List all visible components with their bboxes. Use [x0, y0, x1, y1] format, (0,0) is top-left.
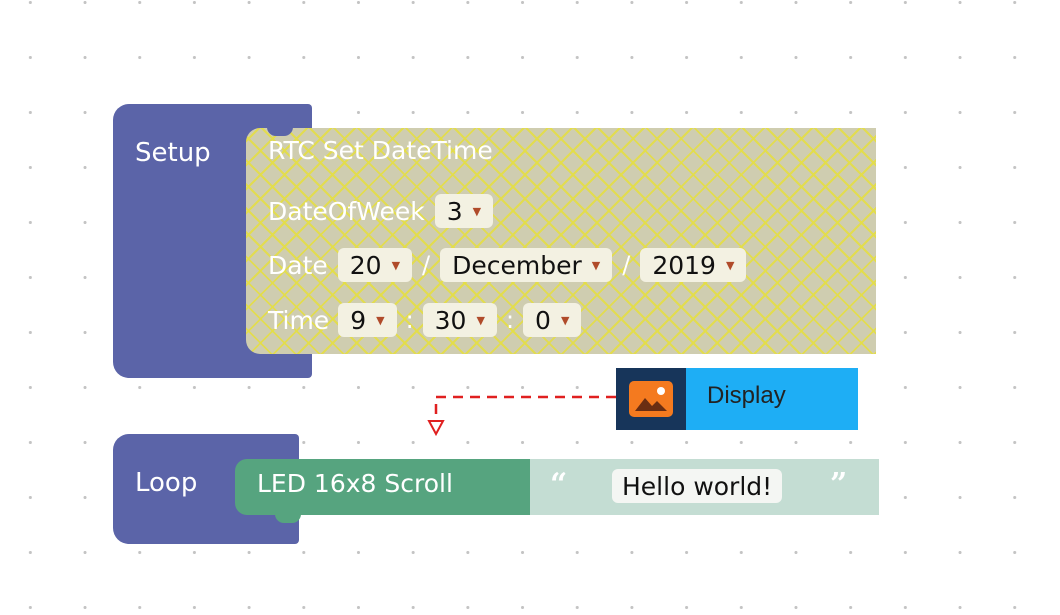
day-of-week-row: DateOfWeek 3 ▼ [268, 194, 494, 228]
time-row: Time 9 ▼ : 30 ▼ : 0 ▼ [268, 303, 582, 337]
date-label: Date [268, 250, 328, 280]
time-separator: : [405, 306, 414, 334]
date-row: Date 20 ▼ / December ▼ / 2019 ▼ [268, 248, 747, 282]
day-of-week-label: DateOfWeek [268, 196, 425, 226]
year-dropdown[interactable]: 2019 ▼ [640, 248, 747, 282]
image-icon [629, 381, 673, 417]
led-scroll-label: LED 16x8 Scroll [257, 469, 453, 498]
dropdown-arrow-icon: ▼ [560, 313, 570, 327]
rtc-title: RTC Set DateTime [268, 136, 493, 165]
block-connector-notch [267, 127, 293, 136]
day-of-week-dropdown[interactable]: 3 ▼ [434, 194, 494, 228]
led-scroll-block[interactable]: LED 16x8 Scroll [235, 459, 530, 523]
dropdown-arrow-icon: ▼ [376, 313, 385, 327]
display-category-tooltip[interactable]: Display [616, 368, 858, 430]
time-separator: : [505, 306, 515, 334]
display-label: Display [707, 382, 786, 409]
rtc-title-row: RTC Set DateTime [268, 136, 493, 165]
date-separator: / [422, 251, 431, 279]
second-value: 0 [535, 305, 551, 335]
dropdown-arrow-icon: ▼ [591, 258, 601, 272]
drag-connection-line [427, 395, 616, 437]
day-dropdown[interactable]: 20 ▼ [337, 248, 413, 282]
arrow-down-icon [427, 420, 445, 437]
text-input[interactable]: Hello world! [612, 469, 783, 503]
day-value: 20 [349, 250, 382, 280]
text-value-block[interactable]: “ Hello world! ” [530, 459, 879, 515]
day-of-week-value: 3 [446, 196, 463, 226]
time-label: Time [268, 305, 330, 335]
month-value: December [452, 250, 582, 280]
dropdown-arrow-icon: ▼ [472, 204, 482, 218]
year-value: 2019 [652, 250, 716, 280]
minute-dropdown[interactable]: 30 ▼ [422, 303, 497, 337]
dropdown-arrow-icon: ▼ [725, 258, 735, 272]
date-separator: / [622, 251, 631, 279]
setup-label: Setup [135, 138, 211, 168]
minute-value: 30 [434, 305, 467, 335]
display-icon-container [616, 368, 686, 430]
dropdown-arrow-icon: ▼ [391, 258, 401, 272]
close-quote-icon: ” [830, 467, 848, 502]
hour-dropdown[interactable]: 9 ▼ [338, 303, 397, 337]
second-dropdown[interactable]: 0 ▼ [523, 303, 582, 337]
dashed-line [434, 395, 616, 422]
rtc-set-datetime-block[interactable]: RTC Set DateTime DateOfWeek 3 ▼ Date 20 … [246, 127, 876, 354]
open-quote-icon: “ [550, 467, 568, 502]
month-dropdown[interactable]: December ▼ [440, 248, 613, 282]
hour-value: 9 [350, 305, 367, 335]
dropdown-arrow-icon: ▼ [476, 313, 485, 327]
loop-label: Loop [135, 468, 198, 498]
